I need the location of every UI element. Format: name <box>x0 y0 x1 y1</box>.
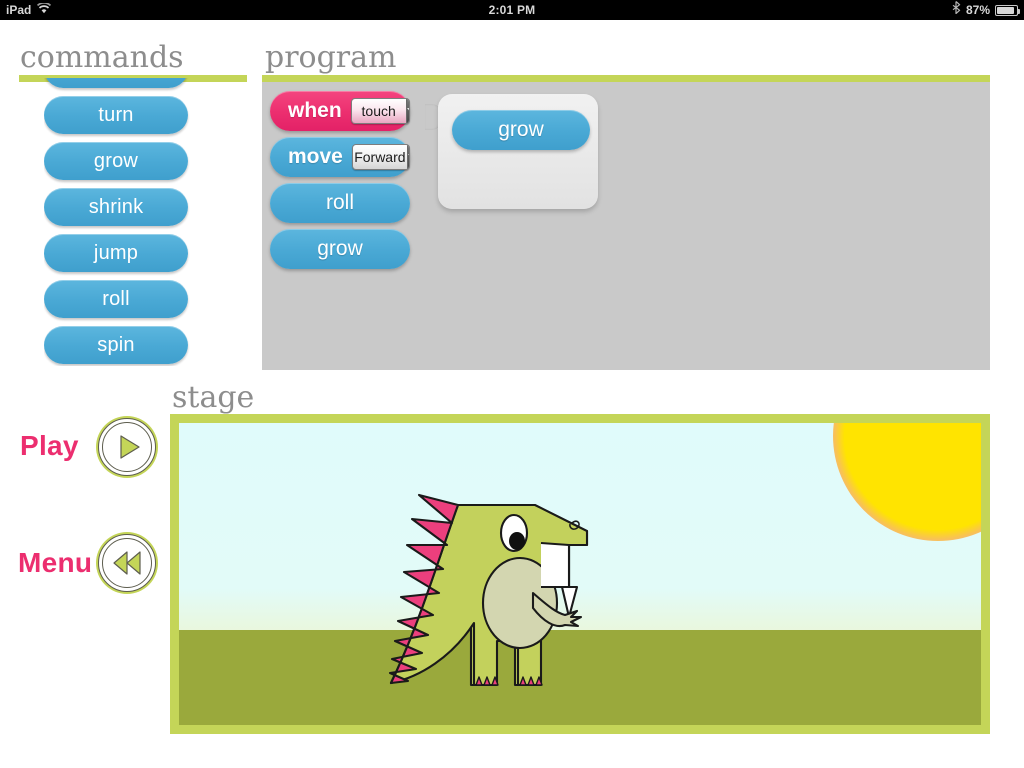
detached-block-grow[interactable]: grow <box>452 110 590 150</box>
command-button-shrink[interactable]: shrink <box>44 188 188 226</box>
when-event-dropdown[interactable]: touch <box>350 98 410 124</box>
bluetooth-icon <box>952 0 961 20</box>
stage-heading: stage <box>172 380 255 415</box>
rewind-icon <box>102 538 152 588</box>
play-button[interactable] <box>96 416 158 478</box>
move-direction-dropdown-value: Forward <box>352 145 407 169</box>
program-divider <box>262 75 990 82</box>
command-button-spin[interactable]: spin <box>44 326 188 364</box>
program-canvas[interactable]: when touch move Forward roll grow grow <box>262 82 990 370</box>
status-bar: iPad 2:01 PM 87% <box>0 0 1024 20</box>
program-block-move[interactable]: move Forward <box>270 137 410 177</box>
program-block-move-label: move <box>288 145 343 168</box>
program-block-roll[interactable]: roll <box>270 183 410 223</box>
program-block-grow[interactable]: grow <box>270 229 410 269</box>
program-block-when-label: when <box>288 99 342 122</box>
stage-canvas[interactable] <box>179 423 981 725</box>
program-block-grow-label: grow <box>317 237 363 260</box>
battery-icon <box>995 4 1020 16</box>
battery-percent-label: 87% <box>965 3 990 17</box>
menu-button[interactable] <box>96 532 158 594</box>
program-block-when[interactable]: when touch <box>270 91 410 131</box>
move-direction-dropdown[interactable]: Forward <box>351 144 410 170</box>
program-heading: program <box>265 40 397 75</box>
program-block-roll-label: roll <box>325 191 354 214</box>
stage-frame <box>170 414 990 734</box>
play-icon <box>102 422 152 472</box>
command-button-partial[interactable] <box>44 78 188 88</box>
play-label: Play <box>20 430 79 461</box>
dinosaur-sprite[interactable] <box>319 445 699 713</box>
menu-label: Menu <box>18 547 93 578</box>
command-button-turn[interactable]: turn <box>44 96 188 134</box>
detached-block-grow-label: grow <box>498 118 544 141</box>
chevron-down-icon[interactable] <box>405 99 409 123</box>
status-bar-right: 87% <box>952 0 1020 20</box>
when-event-dropdown-value: touch <box>351 99 406 123</box>
commands-heading: commands <box>20 40 184 75</box>
command-button-roll[interactable]: roll <box>44 280 188 318</box>
commands-list[interactable]: turn grow shrink jump roll spin <box>44 78 190 366</box>
detached-script-panel[interactable]: grow <box>438 94 598 209</box>
command-button-grow[interactable]: grow <box>44 142 188 180</box>
command-button-jump[interactable]: jump <box>44 234 188 272</box>
status-bar-clock: 2:01 PM <box>488 3 536 17</box>
chevron-down-icon[interactable] <box>406 145 409 169</box>
